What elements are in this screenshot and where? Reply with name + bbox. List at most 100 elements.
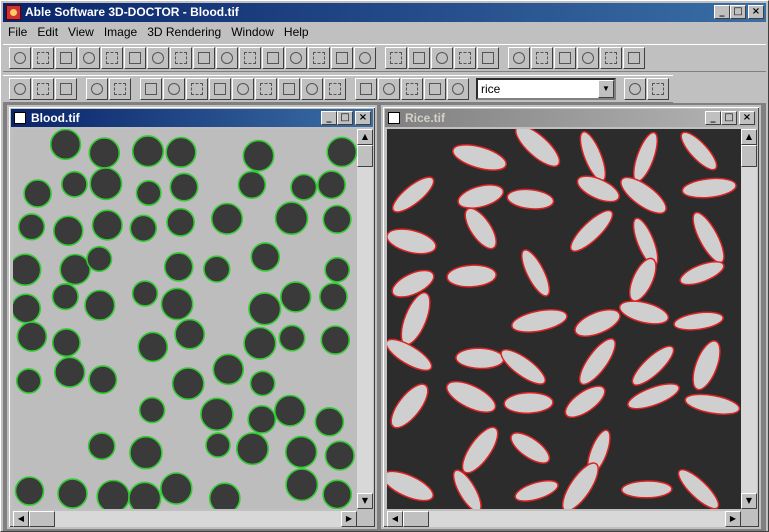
rectangle-tool[interactable] [32,47,54,69]
arrow-right-icon[interactable] [232,78,254,100]
blood-window-titlebar[interactable]: Blood.tif _ □ × [11,109,373,127]
pan-icon[interactable] [186,78,208,100]
scroll-thumb[interactable] [403,511,429,527]
pencil-tool[interactable] [385,47,407,69]
measure-tool[interactable] [331,47,353,69]
blood-cell [23,179,52,208]
remove-tool-glyph [605,52,617,64]
scroll-down-button[interactable]: ▼ [357,493,373,509]
pointer-icon[interactable] [109,78,131,100]
scroll-down-button[interactable]: ▼ [741,493,757,509]
blood-image-window[interactable]: Blood.tif _ □ × ▲ ▼ ◀ ▶ [7,105,377,529]
remove-tool[interactable] [600,47,622,69]
scroll-thumb[interactable] [357,145,373,167]
rice-image-window[interactable]: Rice.tif _ □ × ▲ ▼ ◀ ▶ [381,105,761,529]
zoom-in-icon[interactable] [140,78,162,100]
redo-icon[interactable] [324,78,346,100]
maximize-button[interactable]: □ [730,5,746,19]
ellipse-tool[interactable] [55,47,77,69]
transform-tool[interactable] [170,47,192,69]
rectangle-select-tool-glyph [198,52,210,64]
blood-cell [243,326,277,360]
blood-cell [14,476,45,506]
zoom-out-icon[interactable] [163,78,185,100]
edit-icon[interactable] [86,78,108,100]
scroll-up-button[interactable]: ▲ [357,129,373,145]
menu-window[interactable]: Window [226,23,279,41]
blood-cell [52,215,84,247]
menu-file[interactable]: File [3,23,32,41]
object-settings-icon[interactable] [624,78,646,100]
menu-help[interactable]: Help [279,23,314,41]
blood-close-button[interactable]: × [355,111,371,125]
palette-tool[interactable] [454,47,476,69]
segment-icon[interactable] [355,78,377,100]
edit-tool[interactable] [354,47,376,69]
scroll-right-button[interactable]: ▶ [341,511,357,527]
select-region-tool[interactable] [9,47,31,69]
rice-image-view[interactable] [387,129,741,509]
redo-icon-glyph [329,83,341,95]
blood-vertical-scrollbar[interactable]: ▲ ▼ [357,129,373,509]
polygon-edit-tool[interactable] [216,47,238,69]
chevron-down-icon[interactable]: ▼ [598,80,614,98]
blood-maximize-button[interactable]: □ [337,111,353,125]
grid-tool[interactable] [408,47,430,69]
link-icon[interactable] [401,78,423,100]
open-folder-icon[interactable] [32,78,54,100]
save-icon[interactable] [55,78,77,100]
rectangle-select-tool[interactable] [193,47,215,69]
help-cursor-icon[interactable] [647,78,669,100]
horizontal-tool[interactable] [101,47,123,69]
blood-minimize-button[interactable]: _ [321,111,337,125]
ruler-tool[interactable] [308,47,330,69]
blood-cell-image[interactable] [13,129,357,509]
rice-horizontal-scrollbar[interactable]: ◀ ▶ [387,511,741,527]
scroll-left-button[interactable]: ◀ [387,511,403,527]
move-tool[interactable] [147,47,169,69]
contour-edit-tool[interactable] [239,47,261,69]
menu-view[interactable]: View [63,23,99,41]
text-icon[interactable] [424,78,446,100]
rice-minimize-button[interactable]: _ [705,111,721,125]
rice-maximize-button[interactable]: □ [721,111,737,125]
arrow-down-icon[interactable] [278,78,300,100]
new-icon[interactable] [9,78,31,100]
scroll-up-button[interactable]: ▲ [741,129,757,145]
menu-3d-rendering[interactable]: 3D Rendering [142,23,226,41]
rice-window-titlebar[interactable]: Rice.tif _ □ × [385,109,757,127]
arrow-left-icon[interactable] [209,78,231,100]
table-tool[interactable] [477,47,499,69]
delete-tool[interactable] [262,47,284,69]
scroll-thumb[interactable] [741,145,757,167]
scale-icon[interactable] [447,78,469,100]
minimize-button[interactable]: _ [714,5,730,19]
boundary-icon[interactable] [378,78,400,100]
polyline-tool[interactable] [124,47,146,69]
rice-vertical-scrollbar[interactable]: ▲ ▼ [741,129,757,509]
rice-close-button[interactable]: × [739,111,755,125]
erase-tool[interactable] [285,47,307,69]
blood-image-view[interactable] [13,129,357,509]
blood-horizontal-scrollbar[interactable]: ◀ ▶ [13,511,357,527]
table-tool-glyph [482,52,494,64]
scroll-right-button[interactable]: ▶ [725,511,741,527]
menu-image[interactable]: Image [99,23,142,41]
fill-tool[interactable] [431,47,453,69]
region-select-tool[interactable] [508,47,530,69]
object-selector-dropdown[interactable]: rice ▼ [476,78,616,100]
rice-grain-image[interactable] [387,129,741,509]
menu-edit[interactable]: Edit [32,23,63,41]
undo-icon[interactable] [301,78,323,100]
arrow-up-icon[interactable] [255,78,277,100]
close-button[interactable]: × [748,5,764,19]
vertical-tool[interactable] [78,47,100,69]
scroll-left-button[interactable]: ◀ [13,511,29,527]
pentagon-tool[interactable] [531,47,553,69]
circle-tool[interactable] [577,47,599,69]
cursor-select-tool[interactable] [623,47,645,69]
scroll-thumb[interactable] [29,511,55,527]
square-tool[interactable] [554,47,576,69]
fill-tool-glyph [436,52,448,64]
cursor-select-tool-glyph [628,52,640,64]
